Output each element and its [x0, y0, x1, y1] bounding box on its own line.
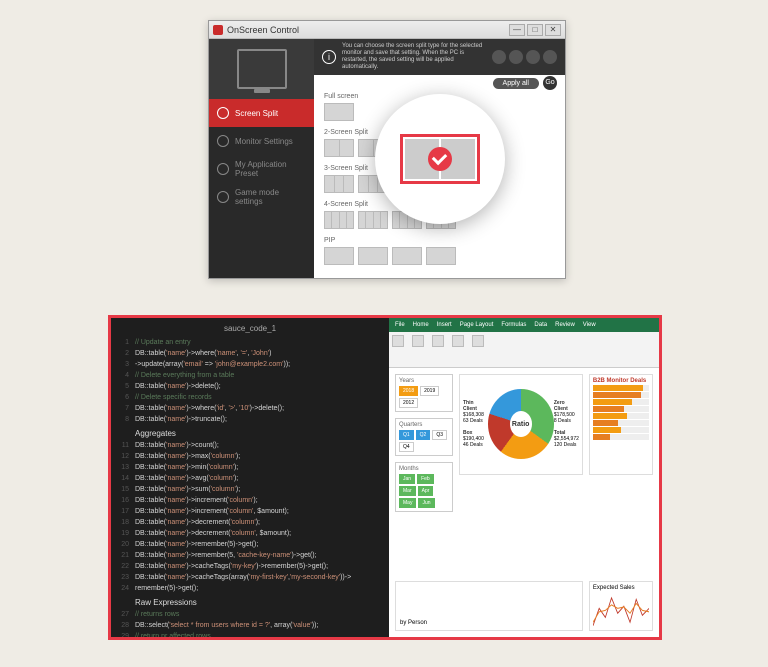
code-line[interactable]: 6// Delete specific records [115, 392, 385, 403]
code-line[interactable]: 29// return nr affected rows [115, 631, 385, 637]
code-line[interactable]: 15DB::table('name')->sum('column'); [115, 484, 385, 495]
line-chart: Expected Sales [589, 581, 653, 631]
code-line[interactable]: 19DB::table('name')->decrement('column',… [115, 528, 385, 539]
ribbon-tab[interactable]: Data [534, 322, 547, 328]
donut-chart: Thin Client$168,30863 Deals Box$190,4004… [459, 374, 583, 475]
paste-icon[interactable] [392, 335, 404, 347]
code-line[interactable]: 17DB::table('name')->increment('column',… [115, 506, 385, 517]
layout-pip-b[interactable] [358, 247, 388, 265]
metric-total: Total$2,554,972120 Deals [554, 430, 579, 448]
code-line[interactable]: 5DB::table('name')->delete(); [115, 381, 385, 392]
excel-ribbon: File Home Insert Page Layout Formulas Data Rev… [389, 318, 659, 368]
ribbon-tab[interactable]: Review [555, 322, 575, 328]
option-button-4[interactable] [543, 50, 557, 64]
onscreen-control-window: OnScreen Control — □ ✕ Screen Split Moni… [208, 20, 566, 279]
vbar-chart: by Person [395, 581, 583, 631]
sidebar-item-screen-split[interactable]: Screen Split [209, 99, 314, 127]
metric-box: Box$190,40046 Deals [463, 430, 488, 448]
code-editor-pane[interactable]: sauce_code_1 1// Update an entry2DB::tab… [111, 318, 389, 637]
code-line[interactable]: 23DB::table('name')->cacheTags(array('my… [115, 572, 385, 583]
layout-pip-a[interactable] [324, 247, 354, 265]
gear-icon [217, 135, 229, 147]
code-line[interactable]: 2DB::table('name')->where('name', '=', '… [115, 348, 385, 359]
maximize-button[interactable]: □ [527, 24, 543, 36]
sidebar-item-app-preset[interactable]: My Application Preset [209, 155, 314, 183]
ribbon-tab[interactable]: Formulas [501, 322, 526, 328]
code-line[interactable]: 28DB::select('select * from users where … [115, 620, 385, 631]
layout-2a[interactable] [324, 139, 354, 157]
sidebar-item-game-mode[interactable]: Game mode settings [209, 183, 314, 211]
code-line[interactable]: 22DB::table('name')->cacheTags('my-key')… [115, 561, 385, 572]
dashboard-sheet: Years 201820192012 Quarters Q1Q2Q3Q4 Mon… [389, 368, 659, 637]
layout-3a[interactable] [324, 175, 354, 193]
titlebar[interactable]: OnScreen Control — □ ✕ [209, 21, 565, 39]
sidebar-item-monitor-settings[interactable]: Monitor Settings [209, 127, 314, 155]
layout-pip-c[interactable] [392, 247, 422, 265]
code-line[interactable]: 24remember(5)->get(); [115, 583, 385, 594]
code-line[interactable]: 14DB::table('name')->avg('column'); [115, 473, 385, 484]
apply-all-button[interactable]: Apply all [493, 78, 539, 89]
split-screen-demo: sauce_code_1 1// Update an entry2DB::tab… [108, 315, 662, 640]
close-button[interactable]: ✕ [545, 24, 561, 36]
layout-4a[interactable] [324, 211, 354, 229]
code-line[interactable]: 7DB::table('name')->where('id', '>', '10… [115, 403, 385, 414]
styles-icon[interactable] [472, 335, 484, 347]
code-line[interactable]: 3 ->update(array('email' => 'john@exampl… [115, 359, 385, 370]
window-title: OnScreen Control [227, 25, 509, 35]
hbar-chart: B2B Monitor Deals [589, 374, 653, 475]
info-text: You can choose the screen split type for… [342, 43, 486, 72]
donut-icon: Ratio [488, 389, 554, 459]
sidebar: Screen Split Monitor Settings My Applica… [209, 39, 314, 278]
ribbon-tabs[interactable]: File Home Insert Page Layout Formulas Data Rev… [389, 318, 659, 332]
code-line[interactable]: 8DB::table('name')->truncate(); [115, 414, 385, 425]
code-line[interactable]: 12DB::table('name')->max('column'); [115, 451, 385, 462]
info-bar: i You can choose the screen split type f… [314, 39, 565, 75]
check-icon [428, 147, 452, 171]
option-button-1[interactable] [492, 50, 506, 64]
layout-pip-d[interactable] [426, 247, 456, 265]
code-line[interactable]: 20DB::table('name')->remember(5)->get(); [115, 539, 385, 550]
filter-months[interactable]: Months JanFebMarAprMayJun [395, 462, 453, 512]
metric-thin: Thin Client$168,30863 Deals [463, 400, 488, 424]
content-pane: i You can choose the screen split type f… [314, 39, 565, 278]
ribbon-tab[interactable]: Home [413, 322, 429, 328]
monitor-preview [209, 39, 314, 99]
ribbon-tab[interactable]: Insert [437, 322, 452, 328]
excel-pane[interactable]: File Home Insert Page Layout Formulas Data Rev… [389, 318, 659, 637]
code-line[interactable]: 11DB::table('name')->count(); [115, 440, 385, 451]
code-line[interactable]: 27// returns rows [115, 609, 385, 620]
code-line[interactable]: 13DB::table('name')->min('column'); [115, 462, 385, 473]
align-icon[interactable] [432, 335, 444, 347]
editor-tab[interactable]: sauce_code_1 [115, 324, 385, 333]
app-icon [213, 25, 223, 35]
font-icon[interactable] [412, 335, 424, 347]
preset-icon [217, 163, 229, 175]
ribbon-tab[interactable]: View [583, 322, 596, 328]
zoom-lens [375, 94, 505, 224]
option-button-2[interactable] [509, 50, 523, 64]
option-button-3[interactable] [526, 50, 540, 64]
code-line[interactable]: 4// Delete everything from a table [115, 370, 385, 381]
ribbon-tab[interactable]: Page Layout [460, 322, 494, 328]
code-line[interactable]: 21DB::table('name')->remember(5, 'cache-… [115, 550, 385, 561]
code-line[interactable]: 16DB::table('name')->increment('column')… [115, 495, 385, 506]
game-icon [217, 191, 229, 203]
filter-quarters[interactable]: Quarters Q1Q2Q3Q4 [395, 418, 453, 456]
split-icon [217, 107, 229, 119]
code-line[interactable]: 18DB::table('name')->decrement('column')… [115, 517, 385, 528]
ribbon-tab[interactable]: File [395, 322, 405, 328]
layout-full[interactable] [324, 103, 354, 121]
info-icon: i [322, 50, 336, 64]
metric-zero: Zero Client$178,5008 Deals [554, 400, 579, 424]
layout-4b[interactable] [358, 211, 388, 229]
number-icon[interactable] [452, 335, 464, 347]
code-line[interactable]: 1// Update an entry [115, 337, 385, 348]
section-pip: PIP [324, 237, 555, 244]
minimize-button[interactable]: — [509, 24, 525, 36]
go-button[interactable]: Go [543, 76, 557, 90]
filter-years[interactable]: Years 201820192012 [395, 374, 453, 412]
